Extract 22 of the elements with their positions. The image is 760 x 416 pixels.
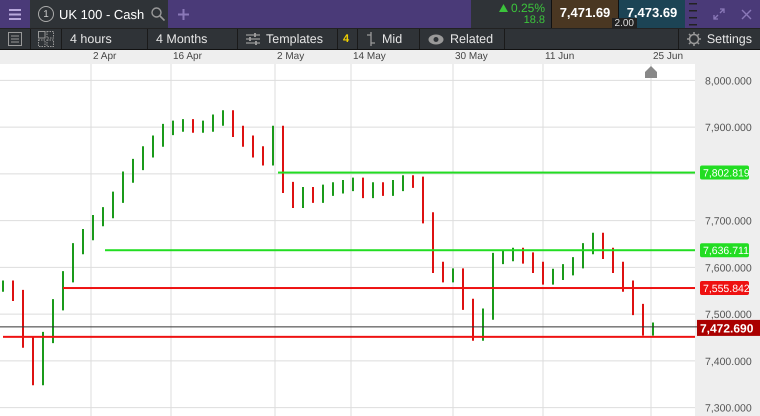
date-label: 30 May — [455, 51, 488, 62]
current-price-tag: 7,472.690 — [697, 320, 760, 336]
price-axis-label: 7,400.000 — [705, 356, 752, 368]
spread-tooltip: 2.00 — [612, 18, 637, 29]
price-axis-label: 7,900.000 — [705, 122, 752, 134]
tab-number: 1 — [38, 6, 54, 22]
price-axis-label: 8,000.000 — [705, 75, 752, 88]
date-label: 25 Jun — [653, 51, 684, 62]
change-percent: 0.25% — [510, 2, 545, 14]
date-label: 2 Apr — [93, 51, 116, 62]
date-label: 14 May — [353, 51, 386, 62]
price-axis-label: 7,500.000 — [705, 309, 752, 322]
price-axis-label: 7,600.000 — [705, 262, 752, 274]
level-price-tag: 7,636.711 — [700, 243, 749, 258]
date-label: 11 Jun — [545, 51, 574, 62]
price-axis-label: 7,300.000 — [705, 402, 752, 415]
date-label: 16 Apr — [173, 51, 202, 62]
change-points: 18.8 — [524, 14, 545, 26]
price-axis-label: 7,700.000 — [705, 216, 752, 228]
templates-count: 4 — [338, 29, 358, 49]
tab-title: UK 100 - Cash — [59, 6, 144, 22]
date-label: 2 May — [277, 51, 304, 62]
